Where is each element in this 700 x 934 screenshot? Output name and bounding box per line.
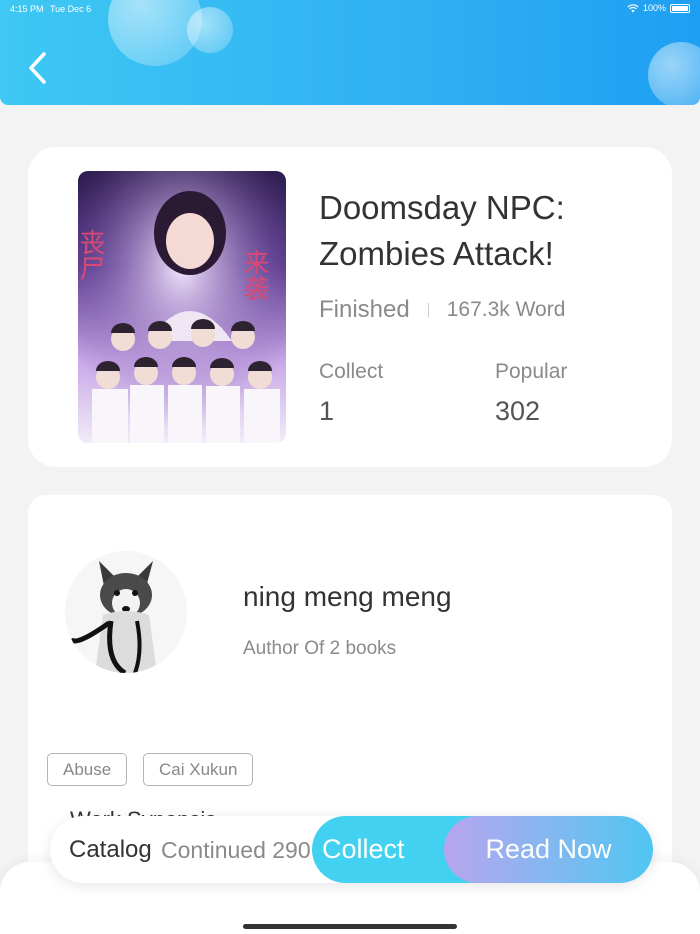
collect-count: 1 [319, 396, 335, 426]
back-button[interactable] [22, 48, 56, 88]
tag-abuse[interactable]: Abuse [47, 753, 128, 786]
battery-percent: 100% [642, 3, 666, 13]
book-cover[interactable]: 丧尸 来袭 [78, 171, 286, 443]
popular-stat: Popular 302 [495, 360, 567, 427]
book-status-row: Finished 167.3k Word [319, 296, 565, 324]
word-count: 167.3k Word [446, 298, 566, 321]
status-divider [427, 303, 429, 317]
decorative-bubble [648, 42, 700, 105]
catalog-button[interactable]: Catalog [69, 836, 152, 864]
wifi-icon [627, 3, 639, 12]
cover-illustration: 丧尸 来袭 [78, 171, 286, 443]
action-bar: Catalog Continued 290 Collect Read Now [50, 816, 653, 883]
author-name: ning meng meng [243, 581, 452, 612]
book-info-card: 丧尸 来袭 Doomsday NPC: Zombies Attack! Fini… [28, 147, 672, 467]
continued-chapters[interactable]: Continued 290 [161, 837, 311, 864]
collect-label: Collect [319, 360, 384, 383]
author-avatar[interactable] [65, 551, 187, 673]
chevron-left-icon [29, 52, 46, 84]
husky-avatar-image [65, 551, 187, 673]
tag-cai-xukun[interactable]: Cai Xukun [143, 753, 254, 786]
cover-text-right: 来袭 [239, 249, 269, 301]
author-books-count: Author Of 2 books [243, 638, 397, 659]
status-time: 4:15 PM [10, 4, 44, 14]
popular-label: Popular [495, 360, 568, 383]
home-indicator [243, 924, 457, 929]
collect-stat: Collect 1 [319, 360, 383, 427]
battery-icon [670, 3, 690, 13]
header-bar: 4:15 PM Tue Dec 6 100% [0, 0, 700, 105]
read-now-button[interactable]: Read Now [444, 816, 653, 883]
book-status: Finished [319, 296, 410, 323]
status-right: 100% [627, 3, 690, 13]
popular-count: 302 [495, 396, 541, 426]
status-bar: 4:15 PM Tue Dec 6 100% [0, 0, 700, 20]
book-title: Doomsday NPC: Zombies Attack! [319, 189, 565, 272]
cover-text-left: 丧尸 [78, 229, 105, 281]
status-date: Tue Dec 6 [50, 4, 92, 14]
